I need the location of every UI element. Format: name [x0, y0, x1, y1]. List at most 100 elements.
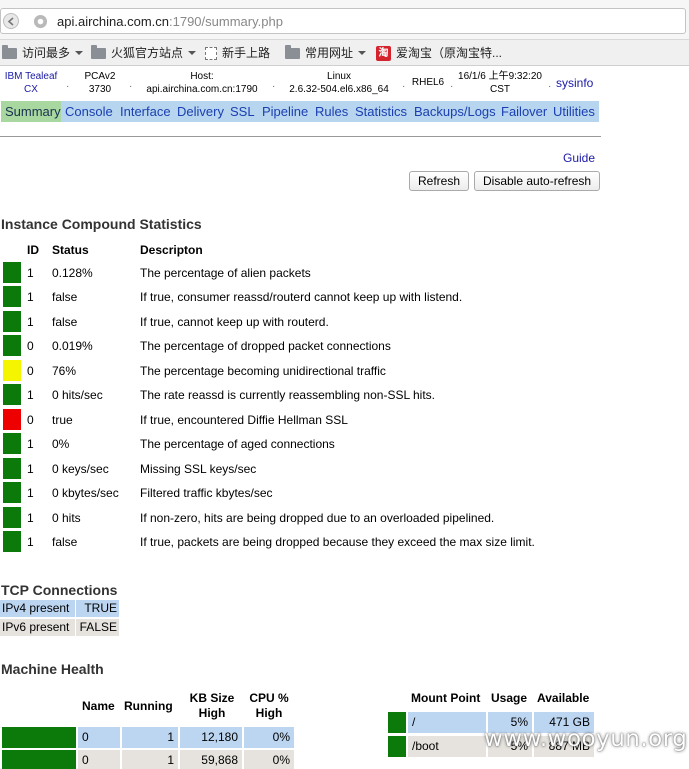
column-header-description: Descripton — [140, 243, 203, 257]
host-info: Host: api.airchina.com.cn:1790 — [146, 71, 258, 95]
process-status-light — [2, 750, 76, 769]
table-row: 1 false If true, cannot keep up with route… — [0, 311, 600, 333]
row-status: 0 kbytes/sec — [52, 486, 119, 500]
status-light — [3, 482, 21, 503]
table-row: 1 0 hits If non-zero, hits are being dropp… — [0, 507, 600, 529]
tab-summary[interactable]: Summary — [1, 101, 65, 122]
bookmark-firefox-official[interactable]: 火狐官方站点 — [91, 44, 197, 61]
row-description: If non-zero, hits are being dropped due … — [140, 511, 495, 525]
row-status: false — [52, 290, 78, 304]
status-light — [3, 433, 21, 454]
process-kb-size: 59,868 — [180, 750, 242, 769]
mount-status-light — [388, 736, 406, 757]
row-id: 1 — [27, 462, 34, 476]
status-light — [3, 311, 21, 332]
bookmark-taobao[interactable]: 淘 爱淘宝（原淘宝特... — [376, 45, 502, 61]
tab-pipeline[interactable]: Pipeline — [258, 101, 313, 122]
status-light — [3, 360, 21, 381]
folder-icon — [2, 44, 17, 59]
status-light — [3, 262, 21, 283]
column-header-cpu-high: CPU % High — [249, 691, 289, 720]
url-text: api.airchina.com.cn:1790/summary.php — [57, 14, 283, 29]
column-header-usage: Usage — [491, 691, 528, 705]
row-id: 1 — [27, 315, 34, 329]
row-status: 0% — [52, 437, 70, 451]
row-description: Missing SSL keys/sec — [140, 462, 257, 476]
globe-icon — [33, 14, 48, 29]
address-bar[interactable]: api.airchina.com.cn:1790/summary.php — [0, 8, 686, 34]
product-link[interactable]: IBM Tealeaf CX — [2, 70, 60, 96]
table-row: 0 true If true, encountered Diffie Hellman… — [0, 409, 600, 431]
row-status: true — [52, 413, 73, 427]
machine-health-title: Machine Health — [1, 661, 104, 677]
row-description: The percentage of aged connections — [140, 437, 335, 451]
status-light — [3, 286, 21, 307]
status-light — [3, 458, 21, 479]
table-row: 1 0 keys/sec Missing SSL keys/sec — [0, 458, 600, 480]
separator: · — [66, 81, 70, 92]
chevron-down-icon — [358, 51, 367, 55]
tab-interface[interactable]: Interface — [116, 101, 175, 122]
row-status: 0 hits/sec — [52, 388, 103, 402]
distro-info: RHEL6 — [411, 77, 445, 88]
process-name: 0 — [78, 727, 120, 748]
tab-console[interactable]: Console — [61, 101, 117, 122]
table-row: 1 0.128% The percentage of alien packets — [0, 262, 600, 284]
version-info: PCAv2 3730 — [84, 71, 116, 95]
tab-rules[interactable]: Rules — [311, 101, 353, 122]
table-row: 1 false If true, packets are being dropped… — [0, 531, 600, 553]
table-row: 0 0.019% The percentage of dropped packet … — [0, 335, 600, 357]
refresh-button[interactable]: Refresh — [409, 171, 470, 191]
status-light — [3, 507, 21, 528]
mount-status-light — [388, 712, 406, 733]
row-description: Filtered traffic kbytes/sec — [140, 486, 273, 500]
separator: · — [450, 81, 454, 92]
tab-utilities[interactable]: Utilities — [549, 101, 599, 122]
tcp-connections-title: TCP Connections — [1, 582, 118, 598]
row-status: 0 keys/sec — [52, 462, 109, 476]
row-id: 1 — [27, 535, 34, 549]
row-status: false — [52, 535, 78, 549]
table-row: 1 0% The percentage of aged connections — [0, 433, 600, 455]
browser-toolbar: api.airchina.com.cn:1790/summary.php — [0, 0, 689, 40]
bookmark-most-visited[interactable]: 访问最多 — [2, 44, 84, 61]
page-icon — [205, 46, 217, 60]
separator: · — [402, 81, 406, 92]
process-status-light — [2, 727, 76, 748]
column-header-id: ID — [27, 243, 39, 257]
bookmark-getting-started[interactable]: 新手上路 — [205, 45, 270, 61]
tcp-ipv6-label: IPv6 present — [0, 619, 75, 636]
row-status: 0.019% — [52, 339, 93, 353]
instance-stats-title: Instance Compound Statistics — [1, 216, 202, 232]
row-description: The percentage of alien packets — [140, 266, 311, 280]
row-status: false — [52, 315, 78, 329]
row-status: 0.128% — [52, 266, 93, 280]
server-time: 16/1/6 上午9:32:20 CST — [458, 71, 542, 95]
row-id: 0 — [27, 413, 34, 427]
table-row: 1 false If true, consumer reassd/routerd c… — [0, 286, 600, 308]
row-status: 0 hits — [52, 511, 81, 525]
tab-backups-logs[interactable]: Backups/Logs — [410, 101, 500, 122]
tab-failover[interactable]: Failover — [497, 101, 552, 122]
tcp-ipv4-value: TRUE — [76, 600, 119, 617]
process-cpu: 0% — [244, 727, 294, 748]
mount-point: /boot — [408, 736, 486, 757]
divider — [0, 136, 601, 137]
tab-ssl[interactable]: SSL — [226, 101, 259, 122]
sysinfo-link[interactable]: sysinfo — [556, 76, 593, 90]
tab-statistics[interactable]: Statistics — [351, 101, 412, 122]
bookmark-common-sites[interactable]: 常用网址 — [285, 44, 367, 61]
tcp-ipv4-label: IPv4 present — [0, 600, 75, 617]
row-id: 0 — [27, 364, 34, 378]
status-light — [3, 531, 21, 552]
tab-delivery[interactable]: Delivery — [173, 101, 228, 122]
folder-icon — [91, 44, 106, 59]
disable-auto-refresh-button[interactable]: Disable auto-refresh — [474, 171, 601, 191]
mount-point: / — [408, 712, 486, 733]
guide-link[interactable]: Guide — [563, 151, 595, 165]
column-header-running: Running — [124, 699, 173, 713]
table-row: 1 0 hits/sec The rate reassd is currently … — [0, 384, 600, 406]
process-running: 1 — [122, 750, 178, 769]
row-id: 1 — [27, 266, 34, 280]
back-arrow-icon[interactable] — [3, 13, 19, 29]
